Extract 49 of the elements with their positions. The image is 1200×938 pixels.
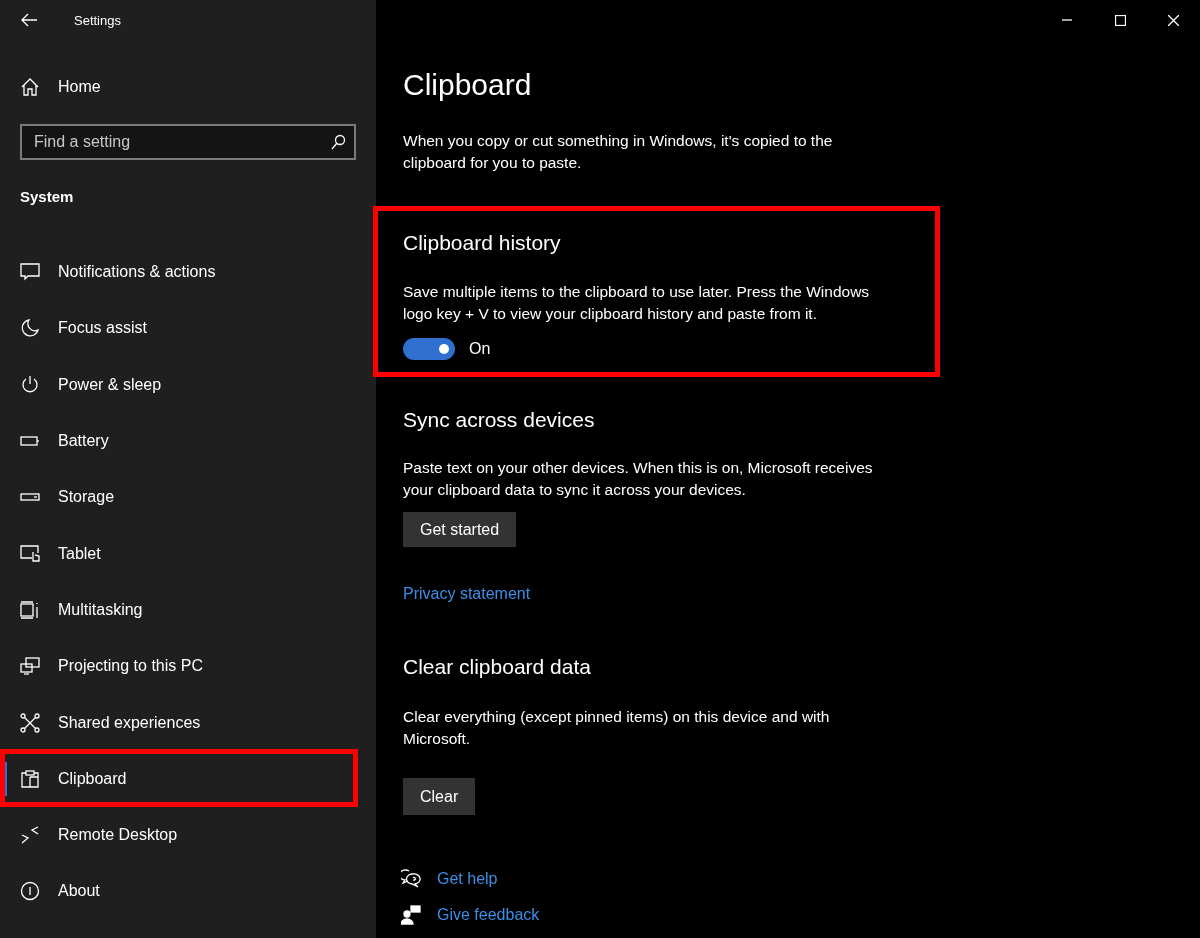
feedback-person-icon: [401, 905, 421, 925]
remote-desktop-icon: [20, 825, 40, 846]
section-text: Clear everything (except pinned items) on this device and with Microsoft.: [403, 707, 831, 749]
search-icon: [330, 134, 346, 150]
action-button[interactable]: Get started: [403, 512, 517, 547]
shared-nodes-icon: [20, 712, 40, 733]
toggle-label: On: [469, 339, 491, 358]
intro-text: When you copy or cut something in Windows, it's copied to the clipboard for you to paste.: [403, 131, 834, 173]
power-icon: [20, 374, 40, 395]
action-button[interactable]: Clear: [403, 778, 476, 815]
privacy-link[interactable]: Privacy statement: [403, 584, 531, 604]
speech-bubble-icon: [20, 262, 40, 283]
sidebar-item[interactable]: Power & sleep: [0, 356, 376, 413]
sidebar-item[interactable]: Focus assist: [0, 300, 376, 357]
group-heading: System: [19, 187, 75, 207]
close-button[interactable]: [1168, 14, 1179, 26]
sidebar-item[interactable]: Battery: [0, 412, 376, 470]
home-icon: [20, 77, 40, 97]
info-icon: [20, 881, 40, 902]
clipboard-icon: [20, 768, 40, 789]
page-title: Clipboard: [403, 67, 532, 103]
home-nav-item[interactable]: Home: [0, 64, 376, 110]
sidebar-item[interactable]: Shared experiences: [0, 694, 376, 751]
sidebar-item[interactable]: Remote Desktop: [0, 806, 376, 864]
sidebar-item[interactable]: Clipboard: [0, 750, 376, 807]
sidebar-item[interactable]: Tablet: [0, 525, 376, 582]
section-text: Save multiple items to the clipboard to use later. Press the Windows logo key + V to view your clipboard history and paste from it.: [403, 282, 871, 324]
section-text: Paste text on your other devices. When this is on, Microsoft receives your clipboard data to sync it across your devices.: [403, 458, 874, 500]
maximize-icon: [1115, 14, 1126, 26]
moon-icon: [20, 318, 40, 339]
window-title: Settings: [74, 12, 121, 28]
close-icon: [1168, 14, 1179, 26]
help-link[interactable]: Give feedback: [437, 904, 540, 926]
maximize-button[interactable]: [1115, 14, 1126, 26]
back-button[interactable]: [20, 11, 38, 29]
search-field[interactable]: Find a setting: [20, 124, 356, 160]
section-heading: Clear clipboard data: [403, 654, 591, 680]
sidebar-item[interactable]: About: [0, 863, 376, 920]
sidebar-item[interactable]: Multitasking: [0, 581, 376, 639]
projecting-icon: [20, 656, 40, 677]
section-heading: Sync across devices: [403, 407, 595, 433]
section-heading: Clipboard history: [403, 230, 561, 256]
multitasking-icon: [20, 599, 40, 620]
tablet-touch-icon: [20, 543, 40, 564]
sidebar-item[interactable]: Notifications & actions: [0, 244, 376, 301]
sidebar-item[interactable]: Storage: [0, 469, 376, 526]
help-link[interactable]: Get help: [437, 868, 498, 890]
sidebar-item[interactable]: Projecting to this PC: [0, 638, 376, 695]
back-arrow-icon: [20, 11, 38, 29]
